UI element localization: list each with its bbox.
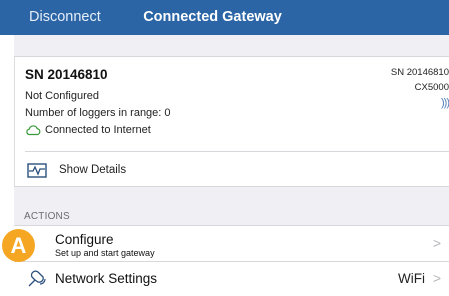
network-type-value: WiFi [398,271,425,286]
device-serial-label: SN 20146810 [390,67,449,78]
page-title: Connected Gateway [143,9,282,25]
network-settings-label: Network Settings [55,271,158,286]
loggers-in-range: Number of loggers in range: 0 [25,107,171,119]
chart-icon [27,163,47,178]
device-model: CX5000 [414,82,449,93]
callout-badge: A [2,229,35,262]
show-details-button[interactable]: Show Details [15,152,449,189]
network-settings-row[interactable]: Network Settings WiFi > [14,262,449,296]
section-spacer [14,35,449,57]
wifi-signal-icon: ))) [441,97,449,109]
network-icon [28,270,46,287]
configure-subtitle: Set up and start gateway [55,248,155,258]
chevron-right-icon: > [432,235,441,251]
configuration-status: Not Configured [25,90,99,102]
show-details-label: Show Details [59,164,127,176]
device-serial-title: SN 20146810 [25,67,108,82]
cloud-icon [26,125,41,136]
chevron-right-icon: > [432,270,441,286]
configure-row[interactable]: Configure Set up and start gateway > [14,226,449,262]
navigation-bar: Disconnect Connected Gateway [0,0,449,35]
actions-section: ACTIONS [14,186,449,226]
configure-label: Configure [55,232,114,247]
internet-status: Connected to Internet [45,124,151,136]
section-header-actions: ACTIONS [24,211,70,222]
